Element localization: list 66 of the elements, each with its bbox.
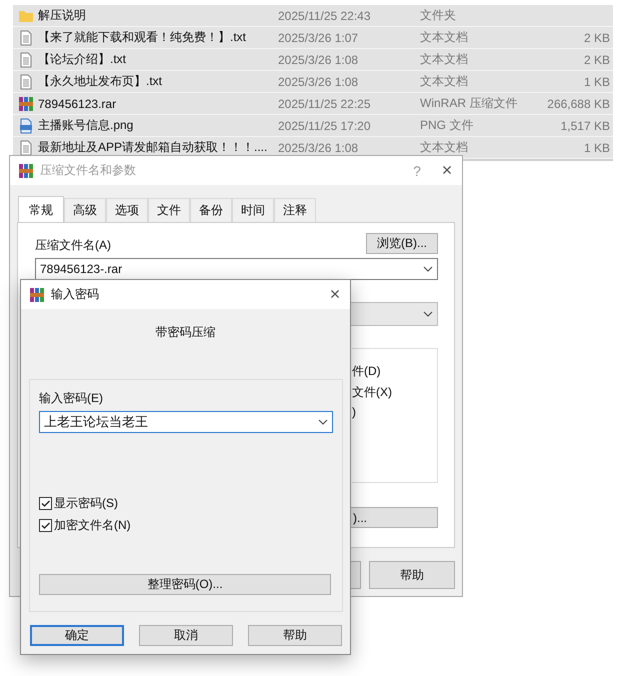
file-date: 2025/11/25 22:25 (278, 96, 372, 110)
help-button[interactable]: 帮助 (369, 561, 455, 589)
books-icon (18, 162, 34, 178)
file-date: 2025/3/26 1:08 (278, 140, 360, 154)
option-label: ) (352, 405, 356, 419)
option-label: 件(D) (352, 363, 381, 380)
tab[interactable]: 常规 (18, 196, 64, 222)
document-icon (18, 30, 34, 46)
books-icon (18, 96, 34, 112)
document-icon (18, 74, 34, 90)
chevron-down-icon[interactable] (423, 311, 433, 317)
file-size: 1 KB (582, 74, 610, 88)
organize-button[interactable]: 整理密码(O)... (39, 574, 331, 595)
file-size: 266,688 KB (546, 96, 610, 110)
browse-button[interactable]: 浏览(B)... (366, 233, 438, 254)
password-field[interactable]: 上老王论坛当老王 (39, 411, 333, 433)
window-title: 压缩文件名和参数 (40, 162, 137, 179)
tab[interactable]: 注释 (274, 198, 316, 222)
file-date: 2025/11/25 22:43 (278, 8, 372, 22)
file-name[interactable]: 【论坛介绍】.txt (38, 51, 278, 68)
tab[interactable]: 高级 (64, 198, 106, 222)
chevron-down-icon[interactable] (423, 266, 433, 272)
checkbox-label: 加密文件名(N) (54, 517, 131, 534)
file-date: 2025/3/26 1:08 (278, 74, 360, 88)
file-size: 1 KB (582, 140, 610, 154)
file-type: 文本文档 (420, 73, 469, 90)
file-size: 2 KB (582, 30, 610, 44)
close-icon[interactable]: × (432, 160, 462, 181)
file-date: 2025/11/25 17:20 (278, 118, 372, 132)
file-type: WinRAR 压缩文件 (420, 95, 518, 112)
file-name[interactable]: 【来了就能下载和观看！纯免费！】.txt (38, 29, 278, 46)
file-date: 2025/3/26 1:08 (278, 52, 360, 66)
option-label: 文件(X) (352, 384, 392, 401)
file-name[interactable]: 789456123.rar (38, 96, 278, 110)
file-size: 1,517 KB (560, 118, 610, 132)
tab[interactable]: 备份 (190, 198, 232, 222)
file-date: 2025/3/26 1:07 (278, 30, 360, 44)
file-name[interactable]: 主播账号信息.png (38, 117, 278, 134)
tab[interactable]: 时间 (232, 198, 274, 222)
books-icon (29, 286, 45, 302)
filename-field[interactable]: 789456123-.rar (35, 258, 438, 280)
dialog-button[interactable]: 帮助 (248, 625, 342, 646)
filename-label: 压缩文件名(A) (35, 237, 111, 254)
document-icon (18, 52, 34, 68)
password-label: 输入密码(E) (39, 390, 104, 407)
close-icon[interactable]: × (320, 284, 350, 305)
chevron-down-icon[interactable] (318, 419, 328, 425)
tab[interactable]: 选项 (106, 198, 148, 222)
dialog-button[interactable]: 确定 (30, 625, 124, 646)
dialog-heading: 带密码压缩 (154, 324, 216, 341)
file-type: 文本文档 (420, 51, 469, 68)
file-size: 2 KB (582, 52, 610, 66)
checkbox-label: 显示密码(S) (54, 495, 118, 512)
file-type: PNG 文件 (420, 117, 474, 134)
file-type: 文本文档 (420, 139, 469, 156)
file-type: 文件夹 (420, 7, 457, 24)
checkbox[interactable] (39, 497, 52, 510)
file-type: 文本文档 (420, 29, 469, 46)
file-name[interactable]: 【永久地址发布页】.txt (38, 73, 278, 90)
window-title: 输入密码 (51, 286, 100, 303)
dialog-button[interactable]: 取消 (139, 625, 233, 646)
checkbox[interactable] (39, 519, 52, 532)
image-file-icon (18, 118, 34, 134)
file-name[interactable]: 解压说明 (38, 7, 278, 24)
tab[interactable]: 文件 (148, 198, 190, 222)
file-name[interactable]: 最新地址及APP请发邮箱自动获取！！！.... (38, 139, 278, 156)
